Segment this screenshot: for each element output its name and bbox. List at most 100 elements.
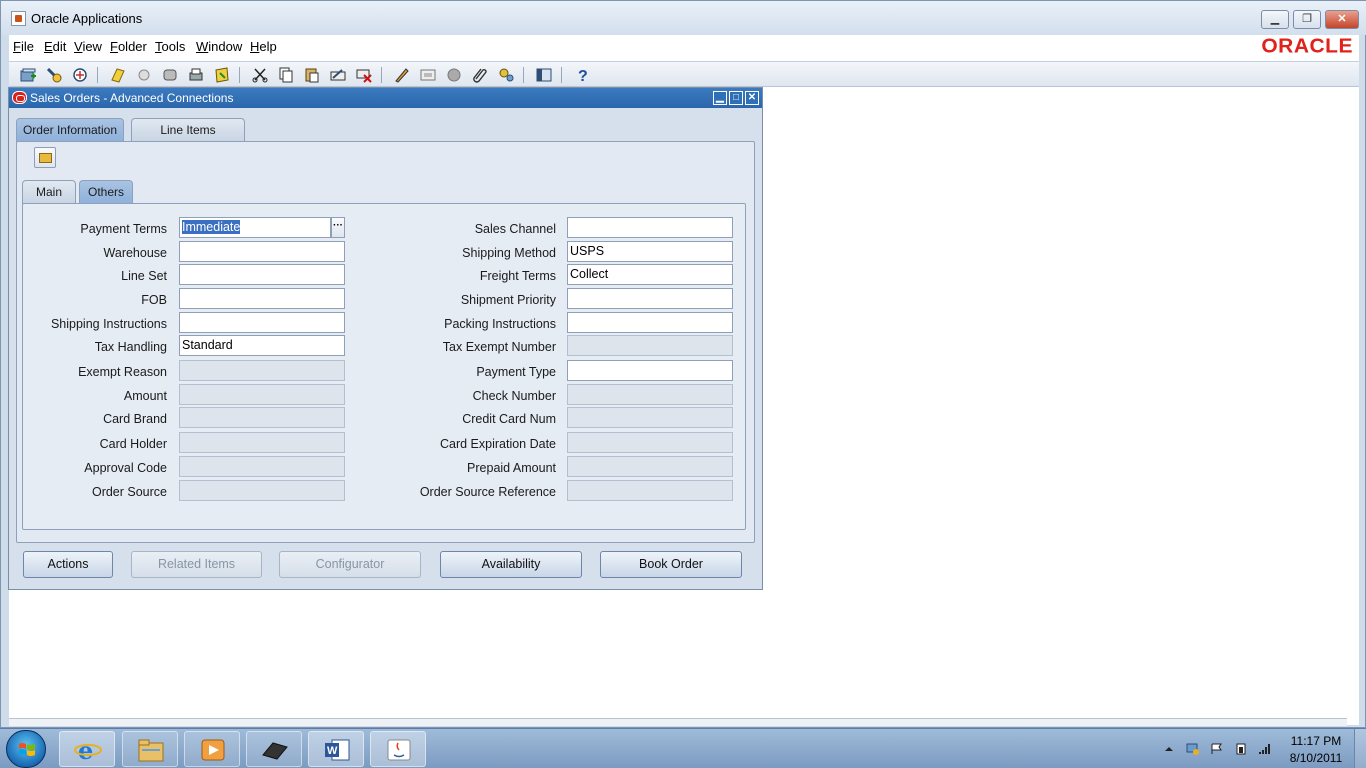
network-tray-icon[interactable]	[1186, 743, 1200, 755]
sales-channel-field[interactable]	[567, 217, 733, 238]
order-source-reference-label: Order Source Reference	[419, 485, 556, 499]
navigator-icon[interactable]	[71, 66, 89, 84]
signal-strength-icon[interactable]	[1258, 743, 1272, 755]
card-holder-field	[179, 432, 345, 453]
freight-terms-field[interactable]: Collect	[567, 264, 733, 285]
switch-responsibility-icon[interactable]	[161, 66, 179, 84]
restore-icon[interactable]: ❐	[1293, 10, 1321, 29]
start-button[interactable]	[6, 730, 46, 768]
warehouse-label: Warehouse	[103, 246, 167, 260]
card-brand-label: Card Brand	[103, 412, 167, 426]
folder-tools-icon[interactable]	[497, 66, 515, 84]
windows-explorer-icon	[138, 739, 164, 762]
packing-instructions-field[interactable]	[567, 312, 733, 333]
shipment-priority-field[interactable]	[567, 288, 733, 309]
form-maximize-icon[interactable]: □	[729, 91, 743, 105]
save-icon[interactable]	[109, 66, 127, 84]
minimize-icon[interactable]: ▁	[1261, 10, 1289, 29]
paste-icon[interactable]	[303, 66, 321, 84]
translations-icon[interactable]	[445, 66, 463, 84]
windows-flag-icon	[19, 743, 35, 756]
open-folder-button[interactable]	[34, 147, 56, 168]
internet-explorer-icon: e	[74, 737, 102, 763]
shipping-method-label: Shipping Method	[462, 246, 556, 260]
payment-terms-lov-button[interactable]: ···	[331, 217, 345, 238]
tax-handling-field[interactable]: Standard	[179, 335, 345, 356]
approval-code-field	[179, 456, 345, 477]
fob-label: FOB	[141, 293, 167, 307]
clear-record-icon[interactable]	[329, 66, 347, 84]
warehouse-field[interactable]	[179, 241, 345, 262]
taskbar-windows-explorer[interactable]	[122, 731, 178, 767]
power-tray-icon[interactable]	[1234, 743, 1248, 755]
taskbar-word[interactable]: W	[308, 731, 364, 767]
next-step-icon[interactable]	[135, 66, 153, 84]
form-minimize-icon[interactable]: ▁	[713, 91, 727, 105]
close-icon[interactable]: ✕	[1325, 10, 1359, 29]
shipping-instructions-label: Shipping Instructions	[50, 317, 167, 331]
shipping-method-field[interactable]: USPS	[567, 241, 733, 262]
app-icon	[11, 11, 26, 26]
prepaid-amount-label: Prepaid Amount	[467, 461, 556, 475]
window-help-icon[interactable]	[535, 66, 553, 84]
clock-time[interactable]: 11:17 PM	[1284, 734, 1348, 748]
payment-terms-field[interactable]: Immediate	[179, 217, 331, 238]
clock-date[interactable]: 8/10/2011	[1284, 751, 1348, 765]
show-desktop-button[interactable]	[1354, 729, 1366, 768]
form-title: Sales Orders - Advanced Connections	[30, 91, 234, 105]
find-icon[interactable]	[45, 66, 63, 84]
form-close-icon[interactable]: ✕	[745, 91, 759, 105]
menu-tools[interactable]: Tools	[155, 39, 185, 54]
edit-field-icon[interactable]	[393, 66, 411, 84]
tab-others[interactable]: Others	[79, 180, 133, 204]
actions-button[interactable]: Actions	[23, 551, 113, 578]
configurator-button[interactable]: Configurator	[279, 551, 421, 578]
oracle-form-icon	[12, 91, 27, 104]
taskbar-java[interactable]	[370, 731, 426, 767]
menu-file[interactable]: File	[13, 39, 34, 54]
show-hidden-icons-icon[interactable]	[1162, 743, 1176, 755]
tab-line-items[interactable]: Line Items	[131, 118, 245, 142]
toolbar: ?	[9, 61, 1359, 87]
shipping-instructions-field[interactable]	[179, 312, 345, 333]
payment-type-field[interactable]	[567, 360, 733, 381]
help-icon[interactable]: ?	[573, 66, 591, 84]
availability-button[interactable]: Availability	[440, 551, 582, 578]
related-items-button[interactable]: Related Items	[131, 551, 262, 578]
cut-icon[interactable]	[251, 66, 269, 84]
app-titlebar: Oracle Applications ▁ ❐ ✕	[1, 1, 1366, 35]
book-order-button[interactable]: Book Order	[600, 551, 742, 578]
taskbar-media-player[interactable]	[184, 731, 240, 767]
tab-main[interactable]: Main	[22, 180, 76, 204]
others-panel: Payment Terms Immediate ··· Warehouse Li…	[22, 203, 746, 530]
horizontal-scrollbar[interactable]	[9, 718, 1347, 726]
new-record-icon[interactable]	[19, 66, 37, 84]
media-player-icon	[201, 739, 225, 761]
line-set-field[interactable]	[179, 264, 345, 285]
delete-record-icon[interactable]	[355, 66, 373, 84]
menu-help[interactable]: Help	[250, 39, 277, 54]
action-center-flag-icon[interactable]	[1210, 743, 1224, 755]
menu-edit[interactable]: Edit	[44, 39, 66, 54]
attachments-icon[interactable]	[471, 66, 489, 84]
menu-view[interactable]: View	[74, 39, 102, 54]
menu-folder[interactable]: Folder	[110, 39, 147, 54]
fob-field[interactable]	[179, 288, 345, 309]
check-number-field	[567, 384, 733, 405]
close-form-icon[interactable]	[213, 66, 231, 84]
print-icon[interactable]	[187, 66, 205, 84]
copy-icon[interactable]	[277, 66, 295, 84]
svg-text:e: e	[78, 737, 93, 763]
taskbar-internet-explorer[interactable]: e	[59, 731, 115, 767]
menu-window[interactable]: Window	[196, 39, 242, 54]
form-titlebar: Sales Orders - Advanced Connections ▁ □ …	[9, 88, 762, 108]
tab-order-information[interactable]: Order Information	[16, 118, 124, 142]
zoom-icon[interactable]	[419, 66, 437, 84]
amount-field	[179, 384, 345, 405]
vaio-icon	[262, 742, 288, 760]
toolbar-separator	[97, 67, 98, 83]
svg-text:W: W	[327, 745, 338, 757]
order-source-label: Order Source	[91, 485, 167, 499]
taskbar-vaio[interactable]	[246, 731, 302, 767]
card-holder-label: Card Holder	[99, 437, 167, 451]
